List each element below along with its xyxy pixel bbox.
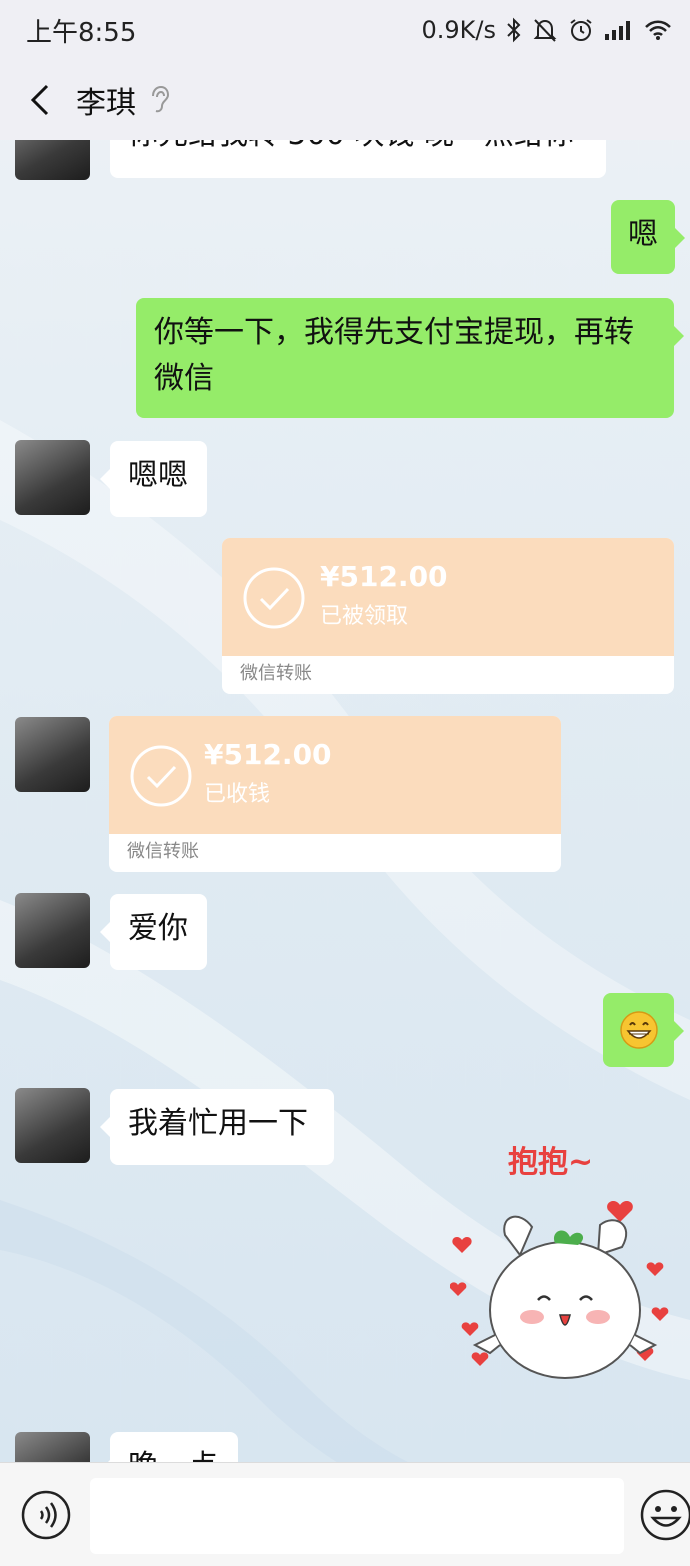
message-bubble-sent[interactable]: [603, 993, 684, 1067]
wifi-icon: [645, 20, 671, 40]
voice-button[interactable]: [21, 1490, 71, 1540]
message-text: 爱你: [128, 911, 188, 946]
message-bubble-sent[interactable]: 嗯: [611, 200, 685, 274]
signal-icon: [605, 21, 630, 40]
hug-sticker-icon: [449, 1200, 669, 1379]
message-input[interactable]: [90, 1478, 624, 1554]
ear-icon: [152, 85, 170, 113]
message-text: 我着忙用一下: [128, 1106, 308, 1141]
voice-icon: [21, 1490, 71, 1540]
back-button[interactable]: [20, 80, 60, 120]
grinning-emoji-icon: [620, 1011, 658, 1049]
message-bubble-received[interactable]: 嗯嗯: [100, 441, 207, 517]
chevron-left-icon: [30, 84, 49, 116]
message-text: 晚一点: [128, 1449, 218, 1462]
contact-avatar[interactable]: [15, 893, 90, 968]
message-text: 嗯嗯: [128, 458, 188, 493]
contact-avatar[interactable]: [15, 1432, 90, 1462]
transfer-footer: 微信转账: [127, 841, 199, 862]
contact-avatar[interactable]: [15, 1088, 90, 1163]
message-text: 你等一下，我得先支付宝提现，再转微信: [154, 315, 634, 396]
chat-title[interactable]: 李琪: [76, 78, 136, 122]
transfer-card-sent[interactable]: ¥512.00 已被领取 微信转账: [222, 538, 674, 694]
check-circle-icon: [243, 567, 305, 629]
transfer-footer: 微信转账: [240, 663, 312, 684]
status-indicators: 0.9K/s: [422, 16, 673, 44]
message-bubble-received[interactable]: 晚一点: [100, 1432, 238, 1462]
status-time: 上午8:55: [26, 17, 137, 48]
sticker-message[interactable]: 抱抱~: [449, 1145, 675, 1410]
contact-avatar[interactable]: [15, 717, 90, 792]
contact-avatar[interactable]: [15, 140, 90, 180]
message-bubble-sent[interactable]: 你等一下，我得先支付宝提现，再转微信: [136, 298, 684, 418]
check-circle-icon: [130, 745, 192, 807]
message-bubble-received[interactable]: 爱你: [100, 894, 207, 970]
message-bubble-received[interactable]: 你先给我转 500 块钱 晚一点给你: [110, 140, 606, 178]
emoji-icon: [640, 1489, 690, 1541]
chat-header: 李琪: [0, 60, 690, 140]
mute-bell-icon: [533, 19, 557, 42]
transfer-card-body: ¥512.00 已收钱: [109, 716, 561, 834]
message-bubble-received[interactable]: 我着忙用一下: [100, 1089, 334, 1165]
contact-avatar[interactable]: [15, 440, 90, 515]
transfer-card-body: ¥512.00 已被领取: [222, 538, 674, 656]
status-bar: 上午8:55 0.9K/s: [0, 0, 690, 60]
transfer-amount: ¥512.00: [204, 738, 332, 771]
transfer-status: 已收钱: [204, 782, 271, 807]
sticker-caption: 抱抱~: [508, 1145, 594, 1180]
message-text: 你先给我转 500 块钱 晚一点给你: [128, 140, 574, 152]
message-list[interactable]: 你先给我转 500 块钱 晚一点给你 嗯 你等一下，我得先支付宝提现，再转微信 …: [0, 140, 690, 1462]
transfer-amount: ¥512.00: [320, 560, 448, 593]
message-text: 嗯: [628, 217, 658, 252]
network-speed: 0.9K/s: [421, 16, 497, 44]
alarm-icon: [570, 19, 592, 41]
input-bar: [0, 1462, 690, 1566]
bluetooth-icon: [507, 17, 521, 43]
transfer-status: 已被领取: [320, 604, 409, 629]
transfer-card-received[interactable]: ¥512.00 已收钱 微信转账: [109, 716, 561, 872]
emoji-button[interactable]: [640, 1489, 690, 1541]
